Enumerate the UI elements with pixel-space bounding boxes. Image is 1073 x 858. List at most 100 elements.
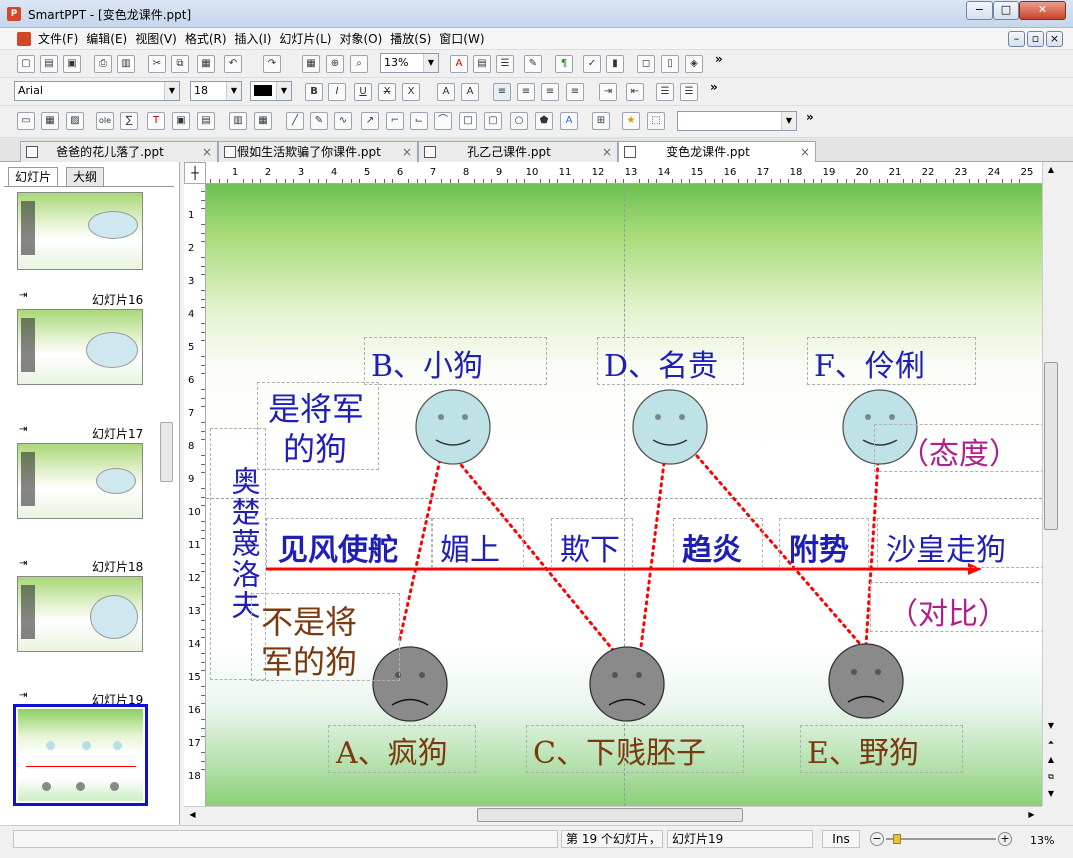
doc-minimize-button[interactable]: –: [1008, 31, 1025, 47]
print-icon[interactable]: ⎙: [94, 55, 112, 73]
scroll-thumb[interactable]: [477, 808, 743, 822]
outdent-icon[interactable]: ⇤: [626, 83, 644, 101]
paragraph-icon[interactable]: ¶: [555, 55, 573, 73]
zoom-in-icon[interactable]: +: [998, 832, 1012, 846]
tab-document-4[interactable]: 变色龙课件.ppt ×: [618, 141, 816, 163]
zoom-select[interactable]: 13% ▼: [380, 53, 439, 73]
media-icon[interactable]: ▥: [229, 112, 247, 130]
rectangle-icon[interactable]: □: [459, 112, 477, 130]
curve-icon[interactable]: ∿: [334, 112, 352, 130]
photo-icon[interactable]: ▤: [197, 112, 215, 130]
font-select[interactable]: Arial ▼: [14, 81, 180, 101]
tab-slides[interactable]: 幻灯片: [8, 167, 59, 186]
slide-thumbnail[interactable]: [17, 443, 143, 519]
wordart-icon[interactable]: A: [560, 112, 578, 130]
bullet-list-icon[interactable]: ☰: [656, 83, 674, 101]
format-painter-icon[interactable]: ✎: [524, 55, 542, 73]
table-icon[interactable]: ▦: [41, 112, 59, 130]
new-file-icon[interactable]: ▢: [17, 55, 35, 73]
textbox-icon[interactable]: ▭: [17, 112, 35, 130]
menu-item[interactable]: 编辑(E): [82, 28, 131, 50]
menu-item[interactable]: 对象(O): [335, 28, 386, 50]
menu-item[interactable]: 幻灯片(L): [275, 28, 335, 50]
restore-view-icon[interactable]: ⧉: [1044, 769, 1058, 784]
close-tab-icon[interactable]: ×: [800, 142, 810, 162]
curved-connector-icon[interactable]: ⌒: [434, 112, 452, 130]
color-select[interactable]: ▼: [250, 81, 292, 101]
slide-thumbnail[interactable]: [17, 576, 143, 652]
italic-icon[interactable]: I: [328, 83, 346, 101]
menu-item[interactable]: 文件(F): [34, 28, 82, 50]
shrink-font-icon[interactable]: A: [461, 83, 479, 101]
slide-thumbnail[interactable]: [17, 309, 143, 385]
clear-format-icon[interactable]: X: [402, 83, 420, 101]
more-toolbar-button[interactable]: »: [715, 52, 723, 66]
pdf-icon[interactable]: ▥: [117, 55, 135, 73]
connector-icon[interactable]: ⌐: [386, 112, 404, 130]
group-icon[interactable]: ⊞: [592, 112, 610, 130]
line-icon[interactable]: ╱: [286, 112, 304, 130]
zoom-slider-track[interactable]: [886, 838, 996, 840]
more-toolbar-button[interactable]: »: [710, 80, 718, 94]
underline-icon[interactable]: U: [354, 83, 372, 101]
menu-item[interactable]: 窗口(W): [435, 28, 488, 50]
redo-icon[interactable]: ↷: [263, 55, 281, 73]
justify-icon[interactable]: ≡: [566, 83, 584, 101]
zoom-out-icon[interactable]: −: [870, 832, 884, 846]
style-select[interactable]: ▼: [677, 111, 797, 131]
chart-icon[interactable]: ▮: [606, 55, 624, 73]
next-slide-icon[interactable]: ▼: [1044, 786, 1058, 801]
close-tab-icon[interactable]: ×: [402, 142, 412, 162]
zoom-slider-handle[interactable]: [893, 834, 901, 844]
menu-item[interactable]: 格式(R): [181, 28, 231, 50]
vertical-scrollbar[interactable]: ▲ ▼ ⏶ ▲ ⧉ ▼: [1042, 162, 1059, 806]
save-icon[interactable]: ▣: [63, 55, 81, 73]
align-right-icon[interactable]: ≡: [541, 83, 559, 101]
slide-canvas[interactable]: B、小狗 D、名贵 F、伶俐 是将军 的狗 奥楚蔑洛夫 （态度） 见风使舵 媚上…: [206, 184, 1042, 806]
menu-item[interactable]: 视图(V): [131, 28, 181, 50]
selected-slide-thumbnail[interactable]: [13, 704, 148, 806]
slide-icon[interactable]: ▦: [254, 112, 272, 130]
number-list-icon[interactable]: ☰: [680, 83, 698, 101]
scroll-right-arrow-icon[interactable]: ▶: [1024, 808, 1039, 822]
search-icon[interactable]: ⌕: [350, 55, 368, 73]
menu-item[interactable]: 播放(S): [386, 28, 435, 50]
doc-restore-button[interactable]: ▫: [1027, 31, 1044, 47]
align-center-icon[interactable]: ≡: [517, 83, 535, 101]
scroll-up-arrow-icon[interactable]: ▲: [1044, 162, 1058, 177]
scroll-down-arrow-icon[interactable]: ▼: [1044, 718, 1058, 733]
pen-icon[interactable]: ✎: [310, 112, 328, 130]
prev-slide-icon[interactable]: ▲: [1044, 752, 1058, 767]
text-color-icon[interactable]: A: [450, 55, 468, 73]
close-tab-icon[interactable]: ×: [602, 142, 612, 162]
font-size-select[interactable]: 18 ▼: [190, 81, 242, 101]
ellipse-icon[interactable]: ○: [510, 112, 528, 130]
doc-close-button[interactable]: ×: [1046, 31, 1063, 47]
menu-item[interactable]: 插入(I): [231, 28, 276, 50]
picture-icon[interactable]: ▨: [66, 112, 84, 130]
shapes-icon[interactable]: ⬟: [535, 112, 553, 130]
rounded-rect-icon[interactable]: ▢: [484, 112, 502, 130]
align-left-icon[interactable]: ≡: [493, 83, 511, 101]
grow-font-icon[interactable]: A: [437, 83, 455, 101]
zoom-table-icon[interactable]: ▦: [302, 55, 320, 73]
tab-document-3[interactable]: 孔乙己课件.ppt ×: [418, 141, 618, 162]
select-icon[interactable]: ⬚: [647, 112, 665, 130]
panel-scroll-thumb[interactable]: [160, 422, 173, 482]
undo-icon[interactable]: ↶: [224, 55, 242, 73]
arrow-icon[interactable]: ↗: [361, 112, 379, 130]
paste-icon[interactable]: ▦: [197, 55, 215, 73]
page-icon[interactable]: ▯: [661, 55, 679, 73]
close-button[interactable]: ✕: [1019, 1, 1066, 20]
star-icon[interactable]: ★: [622, 112, 640, 130]
frame-icon[interactable]: ◻: [637, 55, 655, 73]
scroll-thumb[interactable]: [1044, 362, 1058, 530]
close-tab-icon[interactable]: ×: [202, 142, 212, 162]
slide-thumbnail[interactable]: [17, 192, 143, 270]
copy-icon[interactable]: ⧉: [171, 55, 189, 73]
tab-document-1[interactable]: 爸爸的花儿落了.ppt ×: [20, 141, 218, 162]
tab-document-2[interactable]: 假如生活欺骗了你课件.ppt ×: [218, 141, 418, 162]
insert-table-icon[interactable]: ▤: [473, 55, 491, 73]
minimize-button[interactable]: −: [966, 1, 993, 20]
equation-icon[interactable]: ∑: [120, 112, 138, 130]
